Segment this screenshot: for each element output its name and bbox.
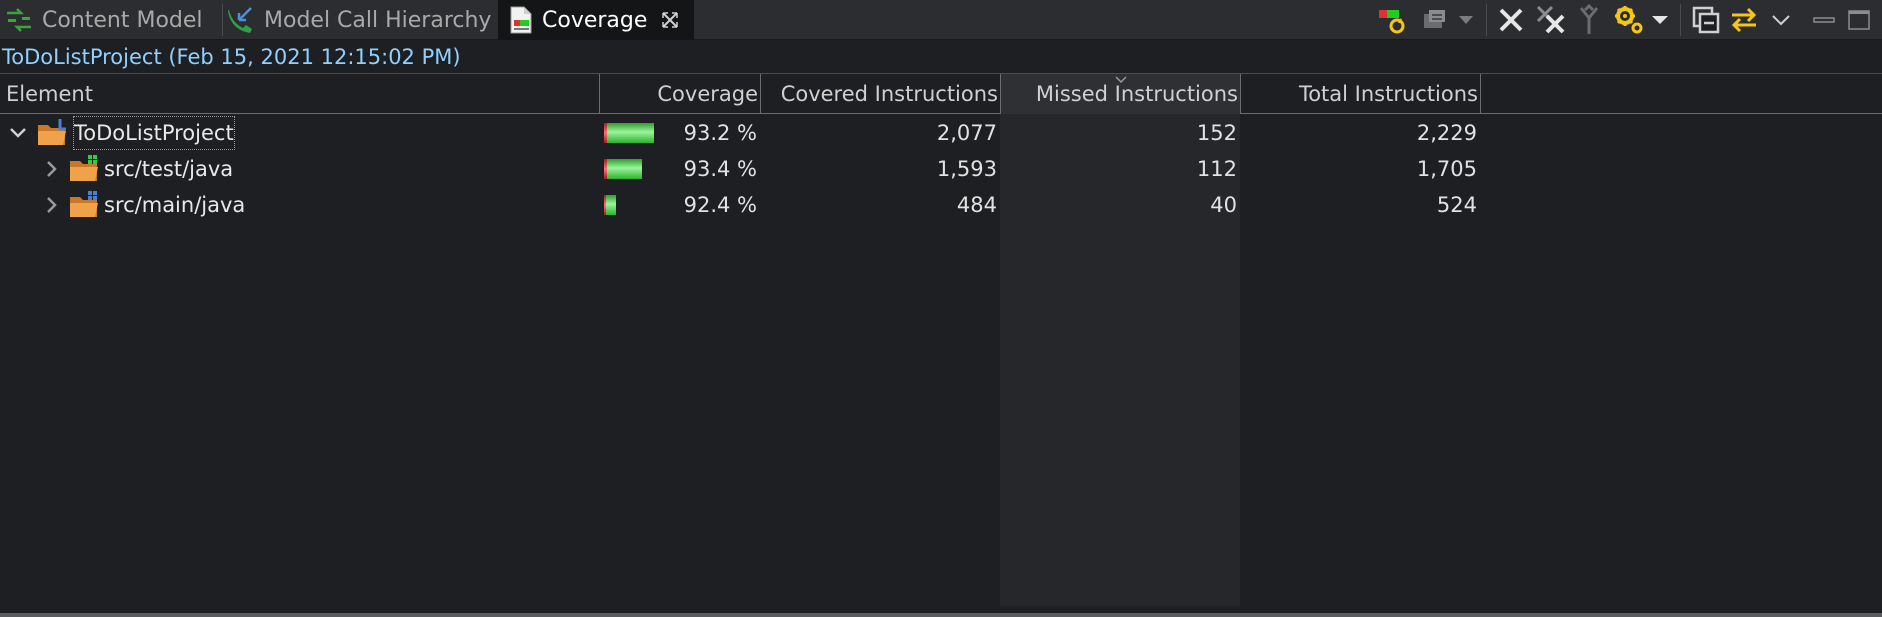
element-name: src/test/java xyxy=(104,157,234,181)
link-with-selection-icon[interactable] xyxy=(1726,0,1762,40)
coverage-value: 92.4 % xyxy=(683,193,757,217)
column-header-coverage[interactable]: Coverage xyxy=(600,74,761,114)
column-header-covered-instructions[interactable]: Covered Instructions xyxy=(761,74,1001,114)
view-menu-dropdown-icon[interactable] xyxy=(1648,0,1672,40)
minimize-icon[interactable] xyxy=(1808,0,1840,40)
coverage-session-label[interactable]: ToDoListProject (Feb 15, 2021 12:15:02 P… xyxy=(0,41,1882,73)
project-folder-icon xyxy=(36,117,70,149)
column-header-missed-instructions[interactable]: Missed Instructions xyxy=(1001,74,1241,114)
remove-session-icon[interactable] xyxy=(1492,0,1530,40)
toolbar-divider xyxy=(1680,4,1681,36)
relaunch-coverage-icon[interactable] xyxy=(1372,0,1410,40)
covered-instructions-value: 484 xyxy=(956,193,997,217)
column-header-total-instructions[interactable]: Total Instructions xyxy=(1241,74,1481,114)
dropdown-arrow-icon[interactable] xyxy=(1454,0,1478,40)
view-bottom-border xyxy=(0,613,1882,617)
missed-instructions-value: 40 xyxy=(1210,193,1237,217)
column-header-label: Total Instructions xyxy=(1298,82,1478,106)
content-model-icon xyxy=(2,3,36,37)
column-header-label: Missed Instructions xyxy=(1035,82,1238,106)
coverage-value: 93.4 % xyxy=(683,157,757,181)
collapse-all-icon[interactable] xyxy=(1688,0,1724,40)
maximize-icon[interactable] xyxy=(1842,0,1876,40)
total-instructions-value: 524 xyxy=(1436,193,1477,217)
close-tab-icon[interactable] xyxy=(659,9,681,31)
expand-chevron-icon[interactable] xyxy=(8,123,28,143)
tab-label: Content Model xyxy=(42,7,203,33)
toolbar-divider xyxy=(1486,4,1487,36)
view-tab-bar: Content Model Model Call Hierarchy Cover… xyxy=(0,0,1882,40)
covered-instructions-value: 1,593 xyxy=(936,157,997,181)
expand-chevron-icon[interactable] xyxy=(42,159,62,179)
coverage-icon xyxy=(506,3,536,37)
total-instructions-value: 2,229 xyxy=(1416,121,1477,145)
missed-instructions-value: 152 xyxy=(1196,121,1237,145)
table-row[interactable]: src/main/java 92.4 % 484 40 524 xyxy=(0,187,1882,223)
table-header: Element Coverage Covered Instructions Mi… xyxy=(0,74,1882,114)
covered-instructions-value: 2,077 xyxy=(936,121,997,145)
dump-execution-data-icon[interactable] xyxy=(1416,0,1454,40)
element-name: src/main/java xyxy=(104,193,246,217)
source-folder-icon xyxy=(68,189,102,221)
session-label-text: ToDoListProject (Feb 15, 2021 12:15:02 P… xyxy=(2,45,461,69)
remove-all-sessions-icon[interactable] xyxy=(1532,0,1570,40)
tab-label: Coverage xyxy=(542,7,648,33)
select-session-icon[interactable] xyxy=(1610,0,1648,40)
column-header-element[interactable]: Element xyxy=(0,74,600,114)
table-row[interactable]: src/test/java 93.4 % 1,593 112 1,705 xyxy=(0,151,1882,187)
total-instructions-value: 1,705 xyxy=(1416,157,1477,181)
coverage-value: 93.2 % xyxy=(683,121,757,145)
element-name: ToDoListProject xyxy=(72,115,236,151)
tab-coverage[interactable]: Coverage xyxy=(498,0,694,40)
merge-sessions-icon[interactable] xyxy=(1570,0,1608,40)
tab-label: Model Call Hierarchy xyxy=(264,7,492,33)
missed-instructions-value: 112 xyxy=(1196,157,1237,181)
tab-model-call-hierarchy[interactable]: Model Call Hierarchy xyxy=(224,0,496,40)
column-header-label: Covered Instructions xyxy=(780,82,998,106)
table-row[interactable]: ToDoListProject 93.2 % 2,077 152 2,229 xyxy=(0,115,1882,151)
source-folder-icon xyxy=(68,153,102,185)
tab-content-model[interactable]: Content Model xyxy=(2,0,220,40)
sort-descending-icon xyxy=(1114,76,1127,84)
expand-chevron-icon[interactable] xyxy=(42,195,62,215)
view-menu-icon[interactable] xyxy=(1766,0,1796,40)
tab-divider xyxy=(222,4,223,36)
column-header-label: Coverage xyxy=(657,82,758,106)
column-header-label: Element xyxy=(6,82,93,106)
call-hierarchy-icon xyxy=(224,3,258,37)
